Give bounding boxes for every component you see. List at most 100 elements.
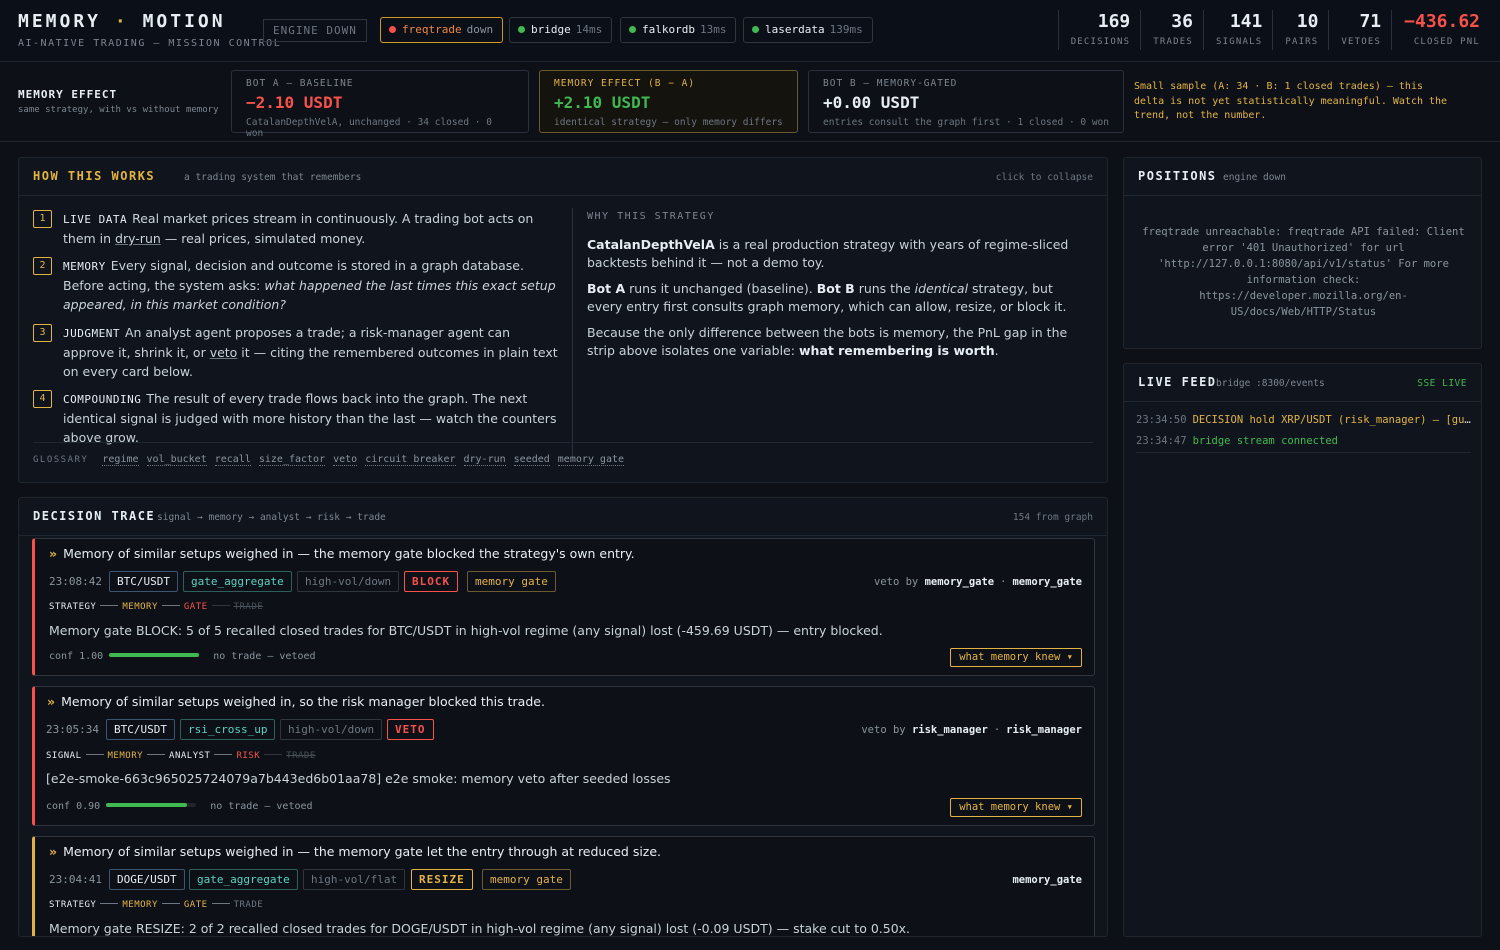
decision-card[interactable]: » Memory of similar setups weighed in — t… [32, 836, 1095, 936]
feed-message: bridge stream connected [1192, 435, 1338, 447]
glossary-term[interactable]: vol_bucket [146, 454, 207, 466]
title-separator: · [114, 11, 129, 32]
glossary-term[interactable]: recall [214, 454, 251, 466]
service-laserdata[interactable]: laserdata 139ms [743, 17, 873, 43]
feed-line[interactable]: 23:34:50 DECISION hold XRP/USDT (risk_man… [1136, 414, 1471, 426]
service-freqtrade[interactable]: freqtrade down [380, 17, 504, 43]
service-falkordb[interactable]: falkordb 13ms [620, 17, 737, 43]
confidence-label: conf 0.90 [46, 801, 101, 812]
decision-card[interactable]: » Memory of similar setups weighed in, so… [32, 686, 1095, 826]
panel-title: DECISION TRACE [33, 509, 156, 523]
positions-error-message: freqtrade unreachable: freqtrade API fai… [1142, 226, 1465, 318]
panel-title: POSITIONS [1138, 169, 1217, 183]
stat-vetoes: 71 VETOES [1328, 10, 1391, 50]
card-headline: » Memory of similar setups weighed in — t… [49, 844, 661, 859]
action-badge: VETO [387, 719, 434, 740]
service-name: freqtrade [402, 23, 462, 36]
service-status: 14ms [575, 23, 603, 36]
veto-label: veto by [873, 576, 919, 588]
glossary-term[interactable]: seeded [513, 454, 550, 466]
panel-header[interactable]: HOW THIS WORKS a trading system that rem… [19, 158, 1107, 196]
step-number: 1 [33, 210, 52, 228]
stat-value: 10 [1296, 11, 1319, 32]
glossary-link-dry-run[interactable]: dry-run [115, 231, 161, 246]
bot-b-sub: entries consult the graph first · 1 clos… [823, 117, 1109, 128]
panel-subtitle: signal → memory → analyst → risk → trade [157, 512, 386, 523]
bot-a-value: −2.10 USDT [246, 93, 343, 112]
pipeline-step: RISK [236, 751, 261, 761]
why-emphasis: what remembering is worth [798, 343, 995, 358]
pipeline-step: TRADE [286, 751, 316, 761]
pipeline-step: GATE [183, 900, 208, 910]
sample-size-warning: Small sample (A: 34 · B: 1 closed trades… [1134, 81, 1448, 121]
glossary-link-veto[interactable]: veto [210, 345, 238, 360]
why-paragraph: CatalanDepthVelA is a real production st… [587, 236, 1092, 272]
step-keyword: JUDGMENT [63, 327, 120, 340]
pipeline-step: GATE [183, 602, 208, 612]
stat-label: PAIRS [1285, 37, 1319, 47]
veto-agent: memory_gate [1012, 576, 1082, 588]
outcome-text: no trade — vetoed [210, 801, 313, 812]
pipeline-trail: STRATEGY MEMORY GATE TRADE [49, 900, 263, 910]
stat-pairs: 10 PAIRS [1272, 10, 1328, 50]
decision-card[interactable]: » Memory of similar setups weighed in — t… [32, 538, 1095, 676]
glossary-term[interactable]: memory gate [557, 454, 625, 466]
why-title: WHY THIS STRATEGY [587, 211, 715, 222]
why-text: runs it unchanged (baseline). [625, 281, 817, 296]
stat-value: 71 [1359, 11, 1382, 32]
glossary-term[interactable]: veto [333, 454, 358, 466]
glossary-term[interactable]: dry-run [463, 454, 506, 466]
what-memory-knew-button[interactable]: what memory knew ▾ [950, 648, 1082, 667]
service-status: 13ms [699, 23, 727, 36]
signal-kind-tag: gate_aggregate [189, 869, 298, 890]
service-name: bridge [531, 23, 571, 36]
step-keyword: LIVE DATA [63, 213, 128, 226]
pipeline-step: MEMORY [122, 900, 158, 910]
step-number: 4 [33, 390, 52, 408]
step-number: 2 [33, 257, 52, 275]
feed-time: 23:34:47 [1136, 435, 1187, 447]
bot-b-card: BOT B — MEMORY-GATED +0.00 USDT entries … [808, 70, 1124, 133]
glossary-term[interactable]: size_factor [258, 454, 326, 466]
pair-tag[interactable]: BTC/USDT [109, 571, 178, 592]
confidence: conf 1.00 no trade — vetoed [49, 651, 316, 662]
app-title-left: MEMORY [18, 11, 102, 32]
stat-decisions: 169 DECISIONS [1057, 10, 1141, 50]
pipeline-step: MEMORY [122, 602, 158, 612]
feed-line[interactable]: 23:34:47 bridge stream connected [1136, 435, 1471, 447]
regime-tag: high-vol/down [280, 719, 383, 740]
headline-text: Memory of similar setups weighed in — th… [63, 546, 635, 561]
panel-header: DECISION TRACE signal → memory → analyst… [19, 498, 1107, 536]
what-memory-knew-button[interactable]: what memory knew ▾ [950, 798, 1082, 817]
pair-tag[interactable]: BTC/USDT [106, 719, 175, 740]
pipeline-step: TRADE [233, 602, 264, 612]
divider [572, 208, 573, 456]
collapse-toggle[interactable]: click to collapse [996, 172, 1093, 183]
confidence: conf 0.90 no trade — vetoed [46, 801, 313, 812]
feed-time: 23:34:50 [1136, 414, 1187, 426]
pipeline-trail: SIGNAL MEMORY ANALYST RISK TRADE [46, 751, 316, 761]
service-bridge[interactable]: bridge 14ms [509, 17, 613, 43]
veto-agent: memory_gate [1012, 874, 1082, 886]
memory-effect-label: MEMORY EFFECT same strategy, with vs wit… [18, 88, 218, 115]
pipeline-step: TRADE [233, 900, 264, 910]
step-live-data: 1 LIVE DATA Real market prices stream in … [33, 209, 558, 248]
card-headline: » Memory of similar setups weighed in, so… [47, 694, 545, 709]
decision-reason: Memory gate BLOCK: 5 of 5 recalled close… [49, 623, 883, 638]
glossary-term[interactable]: circuit breaker [365, 454, 456, 466]
pipeline-step: ANALYST [169, 751, 211, 761]
memory-effect-subtitle: same strategy, with vs without memory [18, 105, 219, 115]
confidence-bar [106, 803, 197, 807]
card-headline: » Memory of similar setups weighed in — t… [49, 546, 635, 561]
veto-agent: memory_gate [924, 576, 995, 588]
pair-tag[interactable]: DOGE/USDT [109, 869, 185, 890]
confidence-bar [109, 653, 200, 657]
stat-signals: 141 SIGNALS [1202, 10, 1272, 50]
stat-closed-pnl: −436.62 CLOSED PNL [1391, 10, 1490, 50]
signal-kind-tag: rsi_cross_up [180, 719, 276, 740]
signal-kind-tag: gate_aggregate [183, 571, 292, 592]
stat-label: CLOSED PNL [1413, 37, 1480, 47]
gate-tag: memory gate [467, 571, 556, 592]
glossary-term[interactable]: regime [102, 454, 139, 466]
stat-label: DECISIONS [1070, 37, 1131, 47]
